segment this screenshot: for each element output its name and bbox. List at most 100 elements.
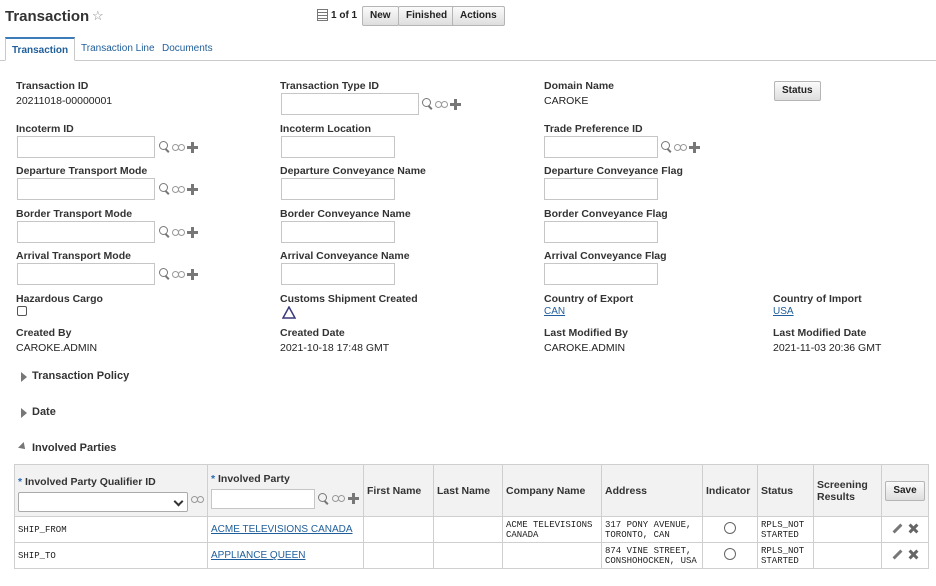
search-icon[interactable] bbox=[422, 98, 433, 110]
border-transport-mode-input[interactable] bbox=[17, 221, 155, 243]
indicator-radio[interactable] bbox=[724, 522, 736, 534]
arrival-conveyance-flag-label: Arrival Conveyance Flag bbox=[544, 250, 667, 262]
country-of-import-link[interactable]: USA bbox=[773, 306, 794, 317]
company-name-cell bbox=[502, 542, 602, 569]
section-transaction-policy[interactable]: Transaction Policy bbox=[32, 370, 129, 382]
view-details-icon[interactable] bbox=[674, 143, 687, 152]
view-details-icon[interactable] bbox=[172, 185, 185, 194]
last-modified-date-label: Last Modified Date bbox=[773, 327, 867, 339]
view-details-icon[interactable] bbox=[332, 494, 345, 503]
new-button[interactable]: New bbox=[362, 6, 399, 26]
page-title: Transaction bbox=[5, 8, 90, 25]
edit-pencil-icon[interactable] bbox=[891, 549, 902, 560]
party-link[interactable]: ACME TELEVISIONS CANADA bbox=[207, 516, 364, 543]
column-header-company-name: Company Name bbox=[502, 464, 602, 517]
view-details-icon[interactable] bbox=[172, 143, 185, 152]
section-date[interactable]: Date bbox=[32, 406, 56, 418]
collapse-caret-icon[interactable] bbox=[18, 442, 28, 452]
add-icon[interactable] bbox=[187, 183, 198, 195]
country-of-export-link[interactable]: CAN bbox=[544, 306, 565, 317]
party-link[interactable]: APPLIANCE QUEEN bbox=[207, 542, 364, 569]
qualifier-header-label: Involved Party Qualifier ID bbox=[25, 475, 156, 488]
arrival-conveyance-flag-input[interactable] bbox=[544, 263, 658, 285]
add-icon[interactable] bbox=[348, 493, 359, 504]
view-details-icon[interactable] bbox=[435, 100, 448, 109]
status-cell: RPLS_NOT STARTED bbox=[757, 542, 814, 569]
departure-transport-mode-label: Departure Transport Mode bbox=[16, 165, 148, 177]
border-conveyance-name-label: Border Conveyance Name bbox=[280, 208, 411, 220]
section-involved-parties[interactable]: Involved Parties bbox=[32, 442, 116, 454]
incoterm-id-input[interactable] bbox=[17, 136, 155, 158]
transaction-type-id-label: Transaction Type ID bbox=[280, 80, 379, 92]
border-conveyance-flag-label: Border Conveyance Flag bbox=[544, 208, 668, 220]
last-modified-by-value: CAROKE.ADMIN bbox=[544, 342, 626, 354]
row-actions-cell bbox=[881, 542, 929, 569]
tab-transaction[interactable]: Transaction bbox=[5, 37, 76, 61]
qualifier-cell: SHIP_FROM bbox=[14, 516, 208, 543]
actions-button[interactable]: Actions bbox=[452, 6, 505, 26]
search-icon[interactable] bbox=[661, 141, 672, 153]
party-search-input[interactable] bbox=[211, 488, 315, 509]
tab-documents[interactable]: Documents bbox=[156, 37, 219, 61]
trade-preference-id-input[interactable] bbox=[544, 136, 658, 158]
add-icon[interactable] bbox=[450, 98, 461, 110]
country-of-import-label: Country of Import bbox=[773, 293, 862, 305]
departure-conveyance-flag-label: Departure Conveyance Flag bbox=[544, 165, 683, 177]
expand-caret-icon[interactable] bbox=[21, 372, 27, 382]
finished-button[interactable]: Finished bbox=[398, 6, 456, 26]
search-icon[interactable] bbox=[159, 183, 170, 195]
column-header-last-name: Last Name bbox=[433, 464, 503, 517]
border-conveyance-name-input[interactable] bbox=[281, 221, 395, 243]
search-icon[interactable] bbox=[159, 226, 170, 238]
search-icon[interactable] bbox=[159, 141, 170, 153]
created-date-value: 2021-10-18 17:48 GMT bbox=[280, 342, 390, 354]
arrival-transport-mode-input[interactable] bbox=[17, 263, 155, 285]
favorite-star-icon[interactable]: ☆ bbox=[92, 8, 104, 24]
add-icon[interactable] bbox=[187, 141, 198, 153]
view-details-icon[interactable] bbox=[172, 270, 185, 279]
arrival-conveyance-name-input[interactable] bbox=[281, 263, 395, 285]
transaction-type-id-input[interactable] bbox=[281, 93, 419, 115]
table-row: SHIP_FROM ACME TELEVISIONS CANADA ACME T… bbox=[14, 516, 929, 543]
table-row: SHIP_TO APPLIANCE QUEEN 874 VINE STREET,… bbox=[14, 542, 929, 569]
incoterm-location-input[interactable] bbox=[281, 136, 395, 158]
edit-pencil-icon[interactable] bbox=[891, 523, 902, 534]
search-icon[interactable] bbox=[159, 268, 170, 280]
expand-caret-icon[interactable] bbox=[21, 408, 27, 418]
save-button[interactable]: Save bbox=[885, 480, 925, 501]
departure-conveyance-flag-input[interactable] bbox=[544, 178, 658, 200]
search-icon[interactable] bbox=[318, 492, 329, 505]
qualifier-select[interactable] bbox=[18, 491, 188, 512]
view-details-icon[interactable] bbox=[190, 495, 204, 504]
add-icon[interactable] bbox=[187, 268, 198, 280]
record-list-icon[interactable] bbox=[317, 9, 328, 21]
customs-shipment-created-label: Customs Shipment Created bbox=[280, 293, 418, 305]
border-conveyance-flag-input[interactable] bbox=[544, 221, 658, 243]
qualifier-cell: SHIP_TO bbox=[14, 542, 208, 569]
status-button[interactable]: Status bbox=[774, 81, 821, 101]
delete-x-icon[interactable] bbox=[908, 523, 919, 534]
tab-transaction-line[interactable]: Transaction Line bbox=[75, 37, 161, 61]
add-icon[interactable] bbox=[689, 141, 700, 153]
trade-preference-id-icons bbox=[661, 140, 700, 154]
created-date-label: Created Date bbox=[280, 327, 345, 339]
delete-x-icon[interactable] bbox=[908, 549, 919, 560]
incoterm-id-label: Incoterm ID bbox=[16, 123, 74, 135]
departure-transport-mode-input[interactable] bbox=[17, 178, 155, 200]
column-header-qualifier: * Involved Party Qualifier ID bbox=[14, 464, 208, 517]
departure-conveyance-name-input[interactable] bbox=[281, 178, 395, 200]
column-header-actions: Save bbox=[881, 464, 929, 517]
view-details-icon[interactable] bbox=[172, 228, 185, 237]
add-icon[interactable] bbox=[187, 226, 198, 238]
indicator-radio[interactable] bbox=[724, 548, 736, 560]
last-modified-by-label: Last Modified By bbox=[544, 327, 629, 339]
warning-triangle-icon bbox=[282, 306, 296, 319]
hazardous-cargo-checkbox[interactable] bbox=[17, 306, 27, 316]
departure-conveyance-name-label: Departure Conveyance Name bbox=[280, 165, 426, 177]
first-name-cell bbox=[363, 542, 434, 569]
transaction-id-value: 20211018-00000001 bbox=[16, 95, 113, 107]
company-name-cell: ACME TELEVISIONS CANADA bbox=[502, 516, 602, 543]
domain-name-label: Domain Name bbox=[544, 80, 615, 92]
column-header-status: Status bbox=[757, 464, 814, 517]
screening-results-cell bbox=[813, 516, 882, 543]
